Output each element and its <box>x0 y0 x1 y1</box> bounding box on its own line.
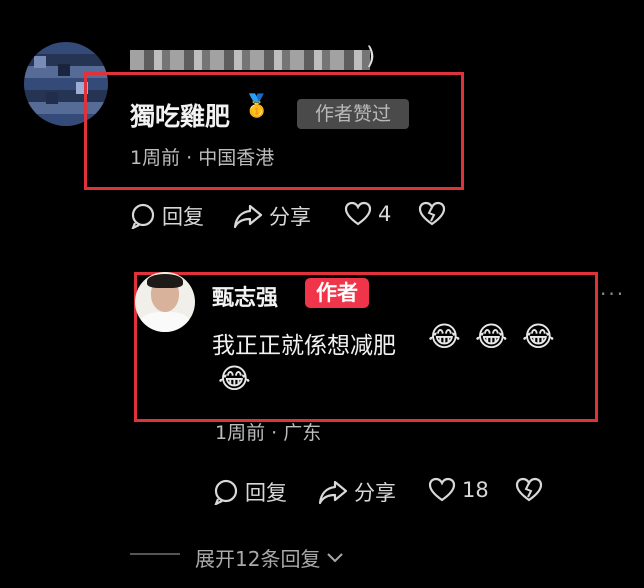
reply-label: 回复 <box>162 205 204 229</box>
like-count: 4 <box>378 202 392 226</box>
comment-meta: 1周前 · 中国香港 <box>130 147 275 169</box>
reply-like-button[interactable]: 18 <box>428 477 489 503</box>
expand-label: 展开12条回复 <box>195 547 321 571</box>
comment-bubble-icon <box>131 203 155 229</box>
reply-author-name[interactable]: 甄志强 <box>212 280 278 312</box>
expand-replies-button[interactable]: 展开12条回复 <box>195 543 344 572</box>
reply-meta: 1周前 · 广东 <box>215 422 322 444</box>
broken-heart-icon <box>515 477 543 502</box>
commenter-name[interactable]: 獨吃雞肥 <box>130 97 230 133</box>
blurred-username[interactable] <box>130 50 370 70</box>
share-label: 分享 <box>269 205 311 229</box>
reply-label: 回复 <box>245 481 287 505</box>
laugh-cry-emoji: 😂 <box>475 320 508 353</box>
share-label: 分享 <box>354 481 396 505</box>
reply-avatar[interactable] <box>135 272 195 332</box>
like-count: 18 <box>462 478 489 502</box>
username-paren: ) <box>366 42 376 70</box>
medal-icon: 🥇 <box>243 94 271 119</box>
chevron-down-icon <box>327 552 344 562</box>
heart-icon <box>344 201 372 226</box>
author-liked-badge: 作者赞过 <box>297 99 409 129</box>
divider-line <box>130 553 180 555</box>
more-options-button[interactable]: ··· <box>600 282 625 306</box>
reply-text: 我正正就係想减肥 <box>212 333 396 359</box>
reply-share-button[interactable]: 分享 <box>318 477 396 507</box>
share-arrow-icon <box>318 480 348 505</box>
heart-icon <box>428 477 456 502</box>
laugh-cry-emoji: 😂 <box>428 320 461 353</box>
broken-heart-icon <box>418 201 446 226</box>
comment-bubble-icon <box>214 479 238 505</box>
author-badge: 作者 <box>305 278 369 308</box>
reply-dislike-button[interactable] <box>515 477 543 503</box>
share-button[interactable]: 分享 <box>233 201 311 231</box>
share-arrow-icon <box>233 204 263 229</box>
laugh-cry-emoji: 😂 <box>218 362 251 395</box>
laugh-cry-emoji: 😂 <box>522 320 555 353</box>
like-button[interactable]: 4 <box>344 201 391 227</box>
reply-reply-button[interactable]: 回复 <box>213 477 287 507</box>
dislike-button[interactable] <box>418 201 446 227</box>
reply-button[interactable]: 回复 <box>130 201 204 231</box>
